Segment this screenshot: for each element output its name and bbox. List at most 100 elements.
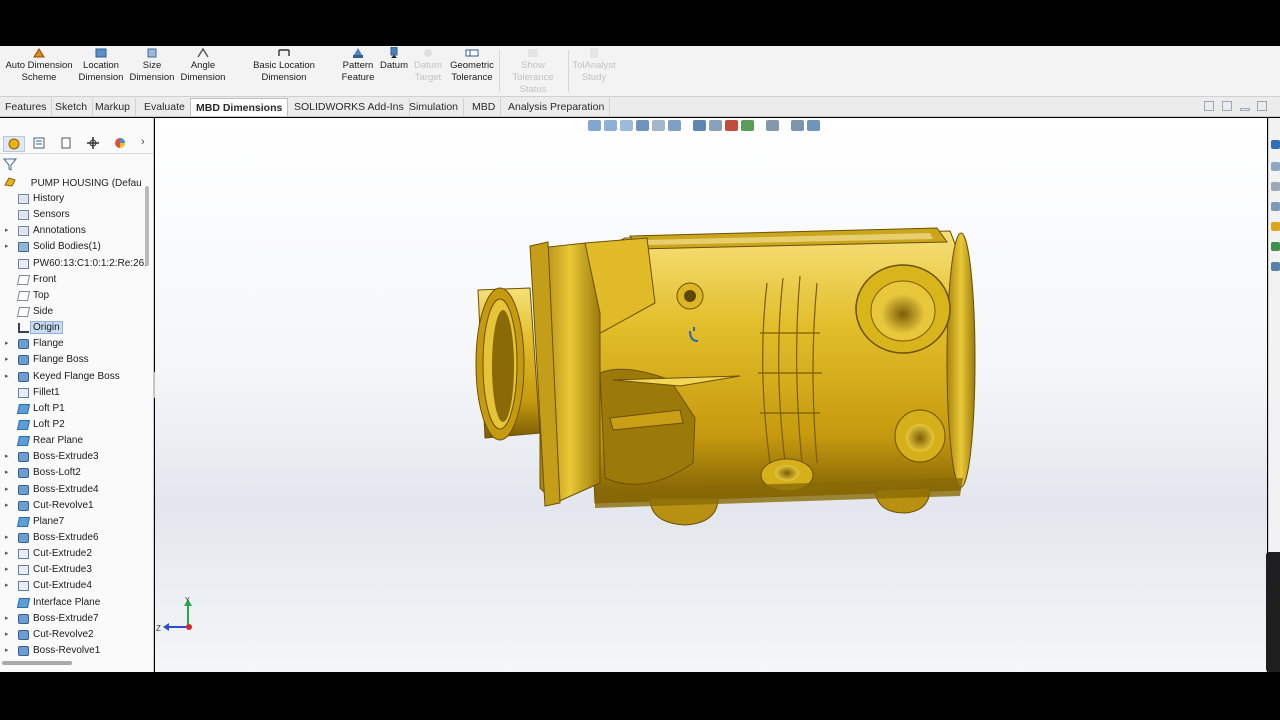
expand-arrow-icon[interactable]: ▸ xyxy=(5,578,9,594)
tree-item[interactable]: ▸ Boss-Revolve1 xyxy=(0,643,148,659)
tree-item[interactable]: ▸ Keyed Flange Boss xyxy=(0,369,148,385)
expand-arrow-icon[interactable]: ▸ xyxy=(5,546,9,562)
expand-arrow-icon[interactable]: ▸ xyxy=(5,239,9,255)
tree-item-label: Keyed Flange Boss xyxy=(33,370,120,382)
geometric-tolerance-button[interactable]: Geometric Tolerance xyxy=(446,46,498,97)
expand-arrow-icon[interactable]: ▸ xyxy=(5,336,9,352)
feature-icon xyxy=(18,645,29,656)
tree-item-label: Side xyxy=(33,305,54,317)
floating-toolbar[interactable] xyxy=(1266,552,1280,672)
appearances-icon[interactable] xyxy=(1271,222,1280,231)
tree-item[interactable]: ▸ Flange xyxy=(0,336,148,352)
datum-icon xyxy=(387,46,401,59)
datum-target-button[interactable]: Datum Target xyxy=(412,46,444,97)
tab-analysis-preparation[interactable]: Analysis Preparation xyxy=(503,98,611,116)
expand-arrow-icon[interactable]: ▸ xyxy=(5,498,9,514)
location-dimension-button[interactable]: Location Dimension xyxy=(76,46,126,97)
file-explorer-icon[interactable] xyxy=(1271,182,1280,191)
tree-item[interactable]: Interface Plane xyxy=(0,595,148,611)
tree-item[interactable]: Side xyxy=(0,304,148,320)
tree-item[interactable]: ▸ Solid Bodies(1) xyxy=(0,239,148,255)
tree-item[interactable]: ▸ Cut-Revolve2 xyxy=(0,627,148,643)
tree-item[interactable]: History xyxy=(0,191,148,207)
pump-housing-model[interactable] xyxy=(155,118,1267,672)
solidworks-resources-icon[interactable] xyxy=(1271,140,1280,149)
dimxpert-manager-tab[interactable] xyxy=(83,136,105,152)
tree-item[interactable]: ▸ Boss-Extrude3 xyxy=(0,449,148,465)
tree-item[interactable]: ▸ Boss-Extrude7 xyxy=(0,611,148,627)
size-dimension-button[interactable]: Size Dimension xyxy=(128,46,176,97)
plane-icon xyxy=(16,403,31,414)
tree-item[interactable]: ▸ Cut-Extrude4 xyxy=(0,578,148,594)
tree-item[interactable]: Rear Plane xyxy=(0,433,148,449)
tree-item[interactable]: ▸ Cut-Extrude2 xyxy=(0,546,148,562)
expand-arrow-icon[interactable]: ▸ xyxy=(5,530,9,546)
auto-dimension-scheme-button[interactable]: Auto Dimension Scheme xyxy=(4,46,74,97)
tree-item[interactable]: ▸ Boss-Extrude4 xyxy=(0,482,148,498)
custom-properties-icon[interactable] xyxy=(1271,242,1280,251)
property-manager-tab[interactable] xyxy=(29,136,51,152)
display-manager-tab[interactable] xyxy=(110,136,132,152)
expand-arrow-icon[interactable]: ▸ xyxy=(5,465,9,481)
tree-item[interactable]: Sensors xyxy=(0,207,148,223)
tree-item[interactable]: Front xyxy=(0,272,148,288)
feature-manager-tab[interactable] xyxy=(3,136,25,152)
tree-root-part[interactable]: PUMP HOUSING (Defau xyxy=(4,176,142,191)
filter-icon[interactable] xyxy=(2,157,18,171)
expand-arrow-icon[interactable]: ▸ xyxy=(5,627,9,643)
tree-item[interactable]: Plane7 xyxy=(0,514,148,530)
expand-arrow-icon[interactable]: ▸ xyxy=(5,449,9,465)
show-tolerance-status-button[interactable]: Show Tolerance Status xyxy=(500,46,566,97)
forum-icon[interactable] xyxy=(1271,262,1280,271)
tree-horizontal-scrollbar[interactable] xyxy=(2,661,72,665)
graphics-area[interactable]: Z Y xyxy=(155,118,1267,672)
tab-simulation[interactable]: Simulation xyxy=(404,98,465,116)
tree-item[interactable]: ▸ Boss-Extrude6 xyxy=(0,530,148,546)
tree-item-label: Boss-Revolve1 xyxy=(33,644,101,656)
tab-mbd[interactable]: MBD xyxy=(467,98,502,116)
chevron-right-icon[interactable]: › xyxy=(141,136,145,148)
angle-dimension-icon xyxy=(196,47,210,59)
basic-location-dimension-button[interactable]: Basic Location Dimension xyxy=(230,46,338,97)
datum-button[interactable]: Datum xyxy=(378,46,410,97)
expand-arrow-icon[interactable]: ▸ xyxy=(5,482,9,498)
tab-evaluate[interactable]: Evaluate xyxy=(139,98,191,116)
configuration-manager-tab[interactable] xyxy=(56,136,78,152)
tab-sketch[interactable]: Sketch xyxy=(50,98,94,116)
restore-window-icon[interactable] xyxy=(1222,101,1232,111)
minimize-window-icon[interactable] xyxy=(1240,108,1250,111)
feature-icon xyxy=(18,629,29,640)
tree-item[interactable]: Origin xyxy=(0,320,148,336)
maximize-window-icon[interactable] xyxy=(1257,101,1267,111)
tree-item[interactable]: ▸ Cut-Extrude3 xyxy=(0,562,148,578)
tree-item[interactable]: ▸ Cut-Revolve1 xyxy=(0,498,148,514)
tab-markup[interactable]: Markup xyxy=(90,98,137,116)
pattern-feature-button[interactable]: Pattern Feature xyxy=(340,46,376,97)
expand-arrow-icon[interactable]: ▸ xyxy=(5,611,9,627)
tree-item[interactable]: Top xyxy=(0,288,148,304)
expand-arrow-icon[interactable]: ▸ xyxy=(5,223,9,239)
design-library-icon[interactable] xyxy=(1271,162,1280,171)
expand-arrow-icon[interactable]: ▸ xyxy=(5,369,9,385)
basic-location-dimension-icon xyxy=(277,47,291,59)
expand-arrow-icon[interactable]: ▸ xyxy=(5,643,9,659)
tree-item[interactable]: Loft P2 xyxy=(0,417,148,433)
tile-window-icon[interactable] xyxy=(1204,101,1214,111)
tolanalyst-study-button[interactable]: TolAnalyst Study xyxy=(570,46,618,97)
tab-mbd-dimensions[interactable]: MBD Dimensions xyxy=(190,98,289,116)
tree-item[interactable]: Fillet1 xyxy=(0,385,148,401)
plane-icon xyxy=(16,436,31,447)
tree-item[interactable]: ▸ Boss-Loft2 xyxy=(0,465,148,481)
tab-features[interactable]: Features xyxy=(0,98,53,116)
tree-item[interactable]: PW60:13:C1:0:1:2:Re:26: xyxy=(0,256,148,272)
expand-arrow-icon[interactable]: ▸ xyxy=(5,352,9,368)
tree-item-label: Interface Plane xyxy=(33,596,101,608)
angle-dimension-button[interactable]: Angle Dimension xyxy=(178,46,228,97)
view-palette-icon[interactable] xyxy=(1271,202,1280,211)
tree-item[interactable]: ▸ Annotations xyxy=(0,223,148,239)
tree-item[interactable]: ▸ Flange Boss xyxy=(0,352,148,368)
expand-arrow-icon[interactable]: ▸ xyxy=(5,562,9,578)
tree-vertical-scrollbar[interactable] xyxy=(145,186,149,266)
tree-item[interactable]: Loft P1 xyxy=(0,401,148,417)
tab-solidworks-add-ins[interactable]: SOLIDWORKS Add-Ins xyxy=(289,98,410,116)
